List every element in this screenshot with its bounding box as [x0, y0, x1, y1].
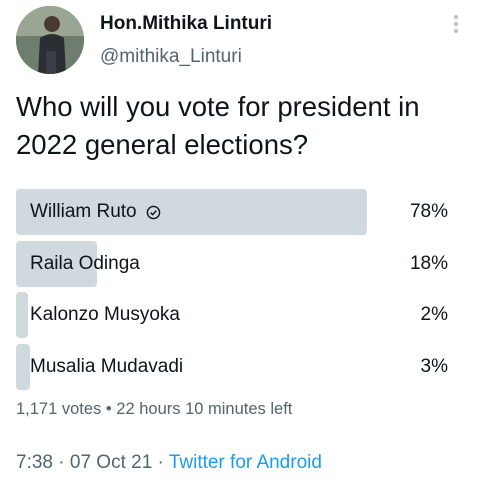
poll-option: William Ruto 78%: [16, 189, 448, 235]
poll-option-label: Kalonzo Musyoka: [30, 304, 180, 325]
tweet-header: Hon.Mithika Linturi @mithika_Linturi: [16, 6, 466, 76]
poll-option: Raila Odinga 18%: [16, 240, 448, 287]
separator: •: [105, 400, 112, 418]
tweet-text: Who will you vote for president in 2022 …: [16, 91, 420, 160]
poll-option: Musalia Mudavadi 3%: [16, 343, 448, 390]
poll-option: Kalonzo Musyoka 2%: [16, 292, 448, 338]
poll-bar: [16, 292, 28, 338]
avatar[interactable]: [16, 6, 84, 74]
poll-option-percent: 78%: [409, 201, 448, 222]
tweet-time[interactable]: 7:38: [16, 452, 53, 473]
tweet-date[interactable]: 07 Oct 21: [70, 452, 152, 473]
poll-meta: 1,171 votes • 22 hours 10 minutes left: [16, 400, 292, 419]
poll-option-percent: 18%: [409, 252, 448, 274]
poll: William Ruto 78% Raila Odinga 18% Kalonz…: [16, 189, 448, 395]
separator: ·: [157, 452, 164, 473]
poll-option-percent: 2%: [420, 304, 448, 325]
poll-option-percent: 3%: [420, 355, 448, 377]
separator: ·: [58, 452, 65, 473]
more-vertical-icon[interactable]: [446, 12, 466, 36]
tweet-footer: 7:38 · 07 Oct 21 · Twitter for Android: [16, 452, 322, 474]
author-handle[interactable]: @mithika_Linturi: [100, 46, 242, 68]
vote-count: 1,171 votes: [16, 400, 102, 418]
time-left: 22 hours 10 minutes left: [116, 400, 293, 418]
poll-option-label: William Ruto: [30, 201, 137, 222]
tweet-source-link[interactable]: Twitter for Android: [169, 452, 322, 473]
poll-bar: [16, 343, 30, 390]
poll-option-label: Raila Odinga: [30, 252, 140, 274]
check-circle-icon: [146, 205, 160, 219]
poll-option-label: Musalia Mudavadi: [30, 355, 184, 377]
author-name[interactable]: Hon.Mithika Linturi: [100, 13, 272, 35]
